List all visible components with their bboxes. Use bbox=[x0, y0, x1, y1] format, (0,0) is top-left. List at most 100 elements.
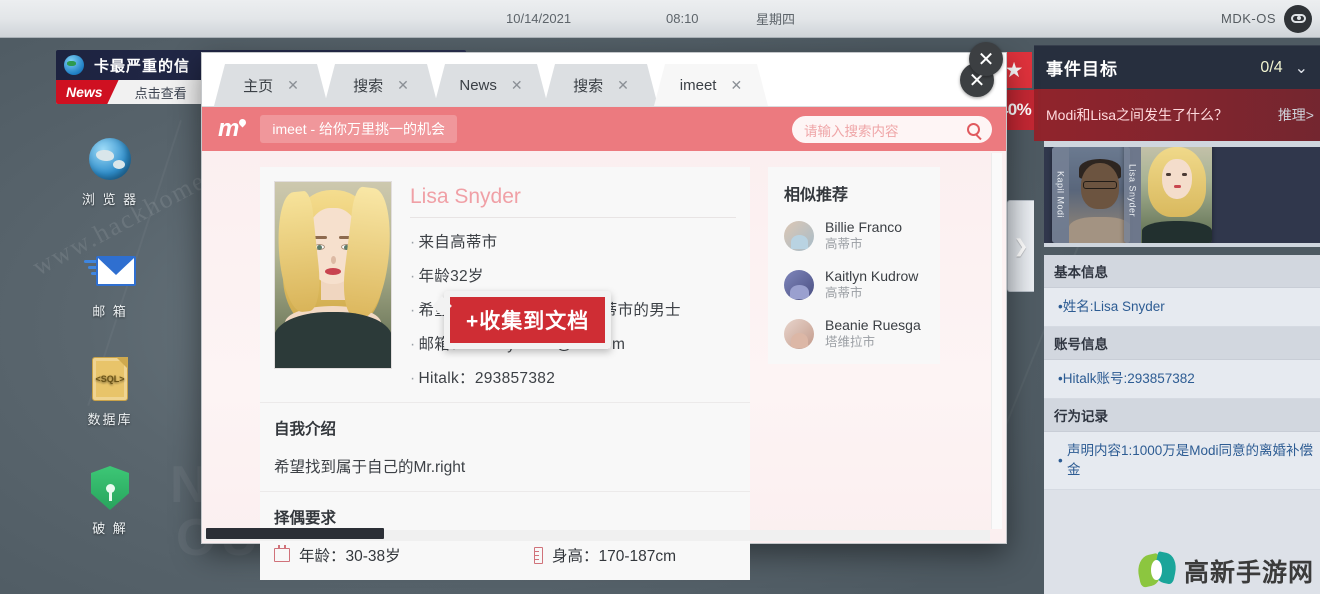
self-intro-section: 自我介绍 希望找到属于自己的Mr.right bbox=[260, 402, 750, 491]
character-card-namebar: Lisa Snyder bbox=[1124, 147, 1141, 243]
panel-toggle-button[interactable]: ❯ bbox=[1007, 200, 1034, 292]
tab-label: 搜索 bbox=[353, 77, 384, 95]
character-card-name: Kapil Modi bbox=[1055, 171, 1066, 219]
close-icon[interactable]: ✕ bbox=[287, 77, 299, 94]
site-slogan: imeet - 给你万里挑一的机会 bbox=[260, 115, 458, 143]
character-card-namebar: Kapil Modi bbox=[1052, 147, 1069, 243]
character-portrait-lisa bbox=[1141, 147, 1212, 243]
system-date: 10/14/2021 bbox=[506, 11, 572, 26]
recommendation-item[interactable]: Beanie Ruesga 塔维拉市 bbox=[768, 317, 940, 366]
close-icon[interactable]: ✕ bbox=[617, 77, 629, 94]
recommendation-name: Kaitlyn Kudrow bbox=[825, 268, 919, 284]
mate-height-label: 身高：170-187cm bbox=[552, 548, 677, 565]
character-info-panel: 基本信息 •姓名:Lisa Snyder 账号信息 •Hitalk账号:2938… bbox=[1044, 255, 1320, 594]
quest-row[interactable]: Modi和Lisa之间发生了什么？ 推理> bbox=[1034, 89, 1320, 141]
mate-requirement-title: 择偶要求 bbox=[274, 510, 337, 527]
browser-globe-icon bbox=[62, 133, 158, 185]
self-intro-title: 自我介绍 bbox=[274, 421, 337, 438]
system-time: 08:10 bbox=[666, 11, 699, 26]
desktop-icon-database[interactable]: <SQL> 数据库 bbox=[62, 353, 158, 428]
mate-height-cell: 身高：170-187cm bbox=[534, 544, 676, 566]
tab-label: imeet bbox=[679, 76, 717, 94]
browser-tab-home[interactable]: 主页 ✕ bbox=[214, 64, 328, 106]
news-tag: News bbox=[56, 80, 119, 104]
info-section-header: 基本信息 bbox=[1044, 255, 1320, 288]
bullet-icon: · bbox=[410, 234, 416, 251]
profile-line-hitalk[interactable]: · Hitalk：293857382 bbox=[410, 354, 736, 388]
profile-name: Lisa Snyder bbox=[410, 185, 736, 218]
globe-icon bbox=[64, 55, 84, 75]
mail-envelope-icon bbox=[62, 245, 158, 297]
recommendation-title: 相似推荐 bbox=[784, 187, 849, 204]
self-intro-body: 希望找到属于自己的Mr.right bbox=[274, 459, 466, 476]
profile-avatar bbox=[274, 181, 392, 369]
ruler-icon bbox=[534, 546, 543, 564]
recommendation-card: 相似推荐 Billie Franco 高蒂市 Kaitlyn Kudrow 高蒂… bbox=[768, 167, 940, 364]
info-row[interactable]: • 声明内容1:1000万是Modi同意的离婚补偿金 bbox=[1044, 432, 1320, 490]
browser-tab-news[interactable]: News ✕ bbox=[434, 64, 548, 106]
news-subtitle[interactable]: 点击查看 bbox=[119, 80, 187, 104]
profile-line-city: · 来自高蒂市 bbox=[410, 234, 498, 251]
objective-count: 0/4 bbox=[1260, 58, 1283, 76]
system-weekday: 星期四 bbox=[756, 12, 796, 27]
horizontal-scrollbar[interactable] bbox=[204, 528, 990, 541]
search-input[interactable]: 请输入搜索内容 bbox=[792, 116, 992, 143]
recommendation-item[interactable]: Kaitlyn Kudrow 高蒂市 bbox=[768, 268, 940, 317]
search-magnifier-icon[interactable] bbox=[967, 123, 980, 136]
desktop-icon-label: 破 解 bbox=[92, 521, 128, 536]
bullet-icon: · bbox=[410, 336, 416, 353]
avatar bbox=[784, 318, 814, 349]
info-row[interactable]: •Hitalk账号:293857382 bbox=[1044, 360, 1320, 399]
tab-label: 主页 bbox=[243, 77, 274, 95]
gaoxin-logo-icon bbox=[1135, 551, 1179, 590]
close-icon[interactable]: ✕ bbox=[511, 77, 523, 94]
desktop-icon-crack[interactable]: 破 解 bbox=[62, 462, 158, 537]
chevron-down-icon[interactable]: ⌄ bbox=[1295, 58, 1308, 78]
desktop-icon-browser[interactable]: 浏 览 器 bbox=[62, 133, 158, 208]
desktop-icon-label: 邮 箱 bbox=[92, 304, 128, 319]
character-card-modi[interactable]: Kapil Modi bbox=[1052, 147, 1130, 243]
info-row[interactable]: •姓名:Lisa Snyder bbox=[1044, 288, 1320, 327]
recommendation-item[interactable]: Billie Franco 高蒂市 bbox=[768, 219, 940, 268]
browser-tab-imeet[interactable]: imeet ✕ bbox=[654, 64, 768, 106]
mate-age-cell: 年龄：30-38岁 bbox=[274, 544, 534, 566]
quest-text: Modi和Lisa之间发生了什么？ bbox=[1046, 107, 1229, 123]
os-logo-icon[interactable] bbox=[1284, 4, 1312, 33]
profile-line-age: · 年龄32岁 bbox=[410, 268, 484, 285]
vertical-scrollbar[interactable] bbox=[991, 153, 1002, 529]
character-card-lisa[interactable]: Lisa Snyder bbox=[1124, 147, 1212, 243]
browser-tab-search-2[interactable]: 搜索 ✕ bbox=[544, 64, 658, 106]
cake-icon bbox=[274, 545, 290, 562]
search-placeholder: 请输入搜索内容 bbox=[804, 123, 899, 139]
info-section-header: 账号信息 bbox=[1044, 327, 1320, 360]
star-icon: ★ bbox=[1004, 58, 1024, 82]
collect-to-document-label: +收集到文档 bbox=[450, 297, 606, 343]
close-icon[interactable]: ✕ bbox=[730, 77, 742, 94]
desktop-icon-label: 浏 览 器 bbox=[81, 192, 139, 207]
browser-tab-search-1[interactable]: 搜索 ✕ bbox=[324, 64, 438, 106]
objective-header[interactable]: 事件目标 0/4 ⌄ bbox=[1034, 45, 1320, 89]
tab-label: News bbox=[459, 76, 497, 94]
deduction-button[interactable]: 推理> bbox=[1272, 105, 1314, 125]
recommendation-city: 高蒂市 bbox=[825, 286, 863, 300]
horizontal-scrollbar-thumb[interactable] bbox=[206, 528, 384, 539]
bullet-icon: · bbox=[410, 370, 416, 387]
info-row-text: 声明内容1:1000万是Modi同意的离婚补偿金 bbox=[1067, 443, 1314, 477]
outer-close-button[interactable]: ✕ bbox=[969, 42, 1003, 76]
desktop-icon-mail[interactable]: 邮 箱 bbox=[62, 245, 158, 320]
highlighted-hitalk[interactable]: Hitalk：293857382 bbox=[418, 370, 555, 387]
site-header: m imeet - 给你万里挑一的机会 请输入搜索内容 bbox=[202, 107, 1006, 151]
info-section-header: 行为记录 bbox=[1044, 399, 1320, 432]
recommendation-city: 塔维拉市 bbox=[825, 335, 876, 349]
desktop-icon-label: 数据库 bbox=[87, 412, 133, 427]
imeet-logo-icon: m bbox=[218, 115, 248, 143]
watermark-text: 高新手游网 bbox=[1183, 559, 1314, 587]
character-card-name: Lisa Snyder bbox=[1127, 164, 1138, 218]
site-watermark: 高新手游网 bbox=[1135, 551, 1314, 590]
collect-to-document-button[interactable]: +收集到文档 bbox=[444, 291, 612, 349]
database-sql-file-icon: <SQL> bbox=[62, 353, 158, 405]
system-os-label: MDK-OS bbox=[1221, 11, 1276, 26]
profile-card: Lisa Snyder ·来自高蒂市 ·年龄32岁 ·希望找到30-38岁，来自… bbox=[260, 167, 750, 580]
system-top-bar: 10/14/2021 08:10 星期四 MDK-OS bbox=[0, 0, 1320, 38]
close-icon[interactable]: ✕ bbox=[397, 77, 409, 94]
